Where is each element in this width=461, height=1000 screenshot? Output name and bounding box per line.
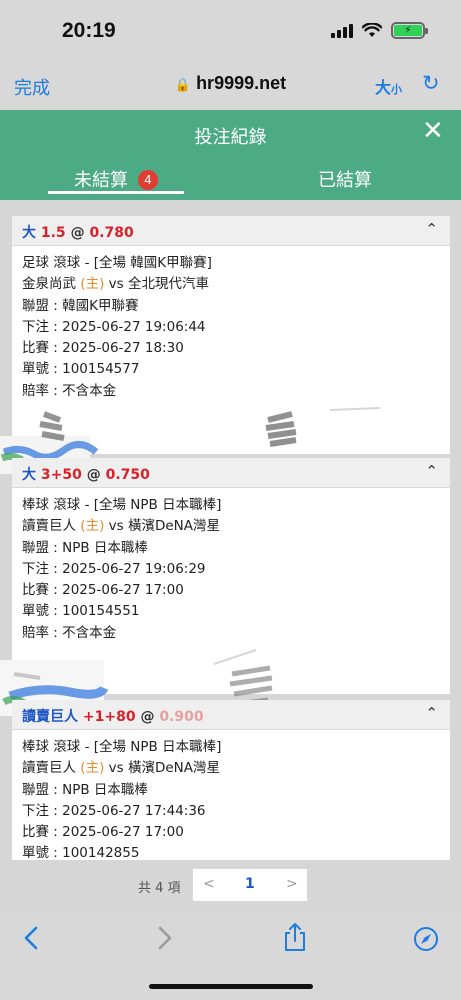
- bet-odds: 0.900: [159, 709, 204, 725]
- odds-type-line: 賠率 : 不含本金: [22, 624, 117, 641]
- sport-line: 棒球 滾球 - [全場 NPB 日本職棒]: [22, 739, 222, 755]
- vs-label: vs: [108, 760, 124, 777]
- next-page-button[interactable]: >: [286, 876, 298, 892]
- home-team: 讀賣巨人: [22, 518, 76, 535]
- home-indicator: [149, 984, 313, 989]
- bet-details: 足球 滾球 - [全場 韓國K甲聯賽] 金泉尚武 (主) vs 全北現代汽車 聯…: [0, 246, 450, 474]
- wifi-icon: [362, 23, 382, 37]
- battery-icon: ⚡: [391, 22, 428, 39]
- league-line: 聯盟 : NPB 日本職棒: [22, 781, 148, 798]
- away-team: 橫濱DeNA灣星: [127, 760, 221, 777]
- share-icon[interactable]: [283, 922, 307, 959]
- chevron-up-icon[interactable]: ⌃: [425, 220, 438, 238]
- chevron-up-icon[interactable]: ⌃: [425, 704, 438, 722]
- match-teams: 讀賣巨人 (主) vs 橫濱DeNA灣星: [22, 516, 440, 537]
- tab-settled-label: 已結算: [318, 170, 372, 191]
- away-team: 全北現代汽車: [127, 276, 209, 293]
- compass-icon[interactable]: [412, 925, 440, 960]
- sport-line: 棒球 滾球 - [全場 NPB 日本職棒]: [22, 497, 222, 513]
- bet-time-line: 下注 : 2025-06-27 17:44:36: [22, 802, 206, 819]
- bet-details: 棒球 滾球 - [全場 NPB 日本職棒] 讀賣巨人 (主) vs 橫濱DeNA…: [12, 730, 450, 860]
- bet-odds: 0.780: [89, 225, 134, 241]
- bet-line: 1.5: [40, 225, 66, 241]
- close-icon[interactable]: ✕: [422, 118, 444, 144]
- chevron-up-icon[interactable]: ⌃: [425, 462, 438, 480]
- reload-icon[interactable]: ↻: [422, 71, 440, 95]
- tab-unsettled[interactable]: 未結算 4: [48, 166, 184, 200]
- bet-at: @: [86, 467, 101, 483]
- home-tag: (主): [80, 518, 105, 535]
- current-page[interactable]: 1: [245, 876, 255, 892]
- url-text: hr9999.net: [196, 73, 287, 93]
- text-size-button[interactable]: 大小: [375, 74, 402, 98]
- home-team: 金泉尚武: [22, 276, 76, 293]
- active-tab-indicator: [48, 191, 184, 194]
- cellular-signal-icon: [331, 23, 353, 38]
- bet-line: +1+80: [82, 709, 136, 725]
- prev-page-button[interactable]: <: [203, 876, 215, 892]
- bet-at: @: [70, 225, 85, 241]
- order-number-line: 單號 : 100154577: [22, 361, 140, 378]
- bet-at: @: [140, 709, 155, 725]
- page-title: 投注紀錄: [194, 127, 267, 148]
- unsettled-count-badge: 4: [138, 170, 158, 190]
- vs-label: vs: [108, 518, 124, 535]
- home-tag: (主): [80, 760, 105, 777]
- bet-details: 棒球 滾球 - [全場 NPB 日本職棒] 讀賣巨人 (主) vs 橫濱DeNA…: [0, 488, 450, 716]
- match-time-line: 比賽 : 2025-06-27 18:30: [22, 340, 184, 357]
- status-bar: 20:19 ⚡: [0, 0, 461, 62]
- tab-unsettled-label: 未結算: [74, 170, 128, 191]
- match-time-line: 比賽 : 2025-06-27 17:00: [22, 582, 184, 599]
- text-size-big: 大: [375, 78, 392, 97]
- bet-card-header[interactable]: 大 1.5 @ 0.780 ⌃: [12, 216, 450, 246]
- league-line: 聯盟 : NPB 日本職棒: [22, 539, 148, 556]
- tab-bar: 未結算 4 已結算: [0, 158, 461, 200]
- bet-selection: 大: [22, 467, 36, 483]
- away-team: 橫濱DeNA灣星: [127, 518, 221, 535]
- status-time: 20:19: [62, 19, 116, 42]
- bet-selection: 大: [22, 225, 36, 241]
- total-count: 共 4 項: [138, 881, 181, 896]
- league-line: 聯盟 : 韓國K甲聯賽: [22, 297, 139, 314]
- tab-settled[interactable]: 已結算: [277, 166, 413, 200]
- bet-card-header[interactable]: 大 3+50 @ 0.750 ⌃: [12, 458, 450, 488]
- home-tag: (主): [80, 276, 105, 293]
- pagination: 共 4 項 < 1 >: [0, 860, 461, 910]
- bet-time-line: 下注 : 2025-06-27 19:06:29: [22, 560, 206, 577]
- browser-bar: 完成 🔒 hr9999.net 大小 ↻: [0, 62, 461, 110]
- page-selector: < 1 >: [193, 869, 307, 901]
- back-icon[interactable]: [22, 925, 40, 958]
- lock-icon: 🔒: [174, 77, 192, 92]
- match-teams: 讀賣巨人 (主) vs 橫濱DeNA灣星: [22, 758, 440, 779]
- bet-card: 讀賣巨人 +1+80 @ 0.900 ⌃ 棒球 滾球 - [全場 NPB 日本職…: [12, 700, 450, 860]
- bet-card: 大 1.5 @ 0.780 ⌃ 足球 滾球 - [全場 韓國K甲聯賽] 金泉尚武…: [0, 216, 450, 474]
- vs-label: vs: [108, 276, 124, 293]
- odds-type-line: 賠率 : 不含本金: [22, 382, 117, 399]
- home-team: 讀賣巨人: [22, 760, 76, 777]
- text-size-small: 小: [391, 83, 403, 96]
- modal-header: 投注紀錄 ✕: [0, 110, 461, 158]
- sport-line: 足球 滾球 - [全場 韓國K甲聯賽]: [22, 255, 212, 271]
- status-icons: ⚡: [331, 22, 428, 39]
- bet-selection: 讀賣巨人: [22, 709, 78, 725]
- bet-odds: 0.750: [105, 467, 150, 483]
- order-number-line: 單號 : 100154551: [22, 603, 140, 620]
- bet-card-header[interactable]: 讀賣巨人 +1+80 @ 0.900 ⌃: [12, 700, 450, 730]
- match-teams: 金泉尚武 (主) vs 全北現代汽車: [22, 274, 440, 295]
- bet-line: 3+50: [40, 467, 82, 483]
- order-number-line: 單號 : 100142855: [22, 845, 140, 860]
- match-time-line: 比賽 : 2025-06-27 17:00: [22, 824, 184, 841]
- bet-list[interactable]: 大 1.5 @ 0.780 ⌃ 足球 滾球 - [全場 韓國K甲聯賽] 金泉尚武…: [0, 200, 461, 860]
- bet-card: 大 3+50 @ 0.750 ⌃ 棒球 滾球 - [全場 NPB 日本職棒] 讀…: [0, 458, 450, 716]
- forward-icon[interactable]: [156, 925, 174, 958]
- bet-time-line: 下注 : 2025-06-27 19:06:44: [22, 318, 206, 335]
